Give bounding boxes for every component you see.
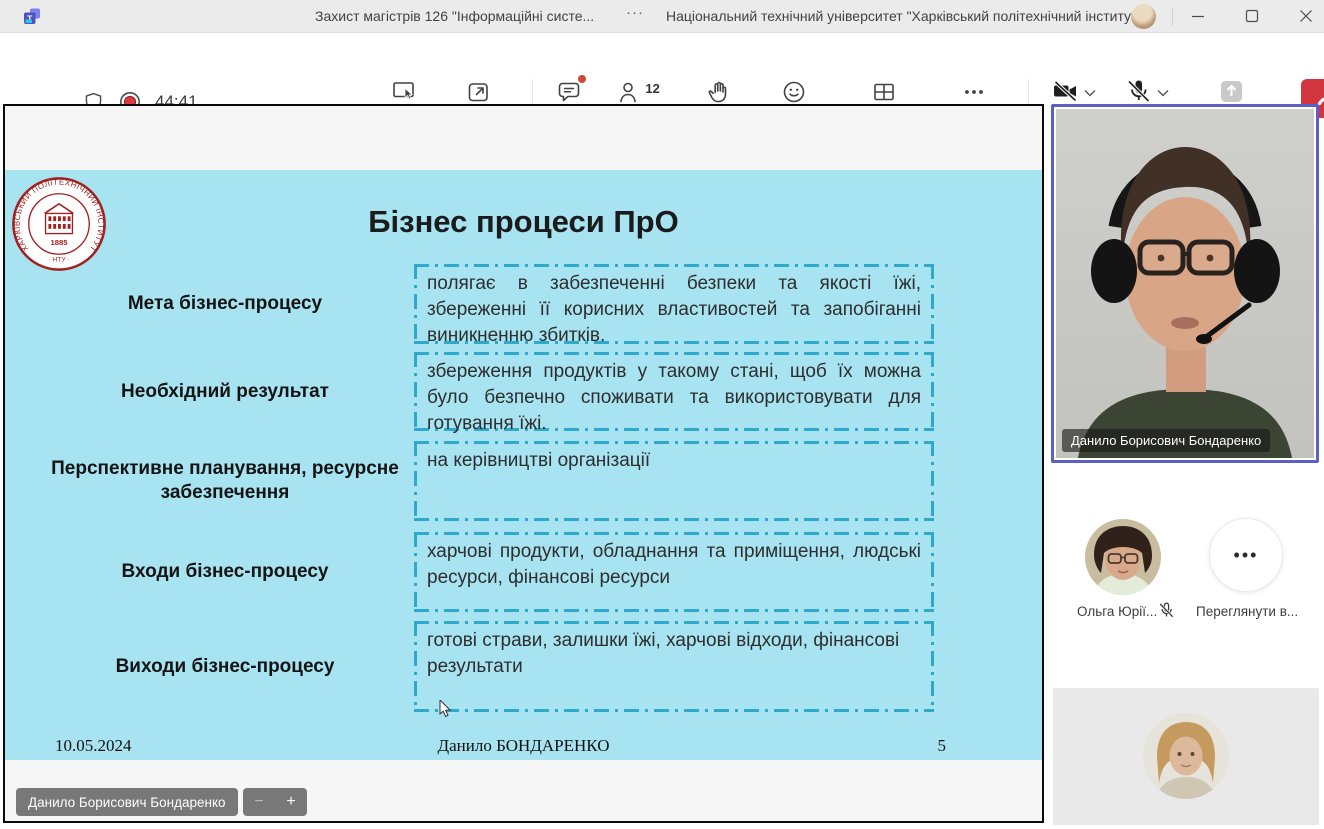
row-label-result: Необхідний результат xyxy=(49,352,401,431)
participant-avatar-blonde xyxy=(1143,713,1229,799)
close-button[interactable] xyxy=(1286,0,1324,32)
slide-author: Данило БОНДАРЕНКО xyxy=(5,736,1042,756)
chat-icon xyxy=(556,79,582,105)
speaker-video-feed xyxy=(1056,109,1314,458)
more-dots-icon xyxy=(961,79,987,105)
meeting-toolbar: 44:41 Почати Відкріпити Чат xyxy=(0,34,1324,100)
chat-notification-badge xyxy=(578,75,586,83)
camera-off-icon xyxy=(1052,78,1079,105)
slide-title: Бізнес процеси ПрО xyxy=(5,204,1042,240)
seal-ntu: · НТУ · xyxy=(48,256,69,263)
close-icon xyxy=(1299,9,1313,23)
screen-share-icon xyxy=(391,78,418,105)
participant-mic-off-icon xyxy=(1158,602,1175,619)
participant-avatar-olga[interactable] xyxy=(1085,519,1161,595)
active-speaker-video[interactable]: Данило Борисович Бондаренко xyxy=(1051,104,1319,463)
view-grid-icon xyxy=(871,79,897,105)
teams-logo-icon: T xyxy=(23,7,42,26)
mic-off-icon xyxy=(1125,78,1152,105)
presenter-name-pill: Данило Борисович Бондаренко xyxy=(16,788,238,816)
unpin-icon xyxy=(466,79,492,105)
teams-meeting-window: T Захист магістрів 126 "Інформаційні сис… xyxy=(0,0,1324,829)
maximize-icon xyxy=(1245,9,1259,23)
camera-chevron-icon[interactable] xyxy=(1084,89,1096,97)
maximize-button[interactable] xyxy=(1232,0,1272,32)
titlebar-more-menu[interactable]: ··· xyxy=(626,4,644,21)
view-more-label[interactable]: Переглянути в... xyxy=(1196,604,1298,619)
participant-video-tile[interactable] xyxy=(1053,688,1319,825)
meeting-title: Захист магістрів 126 "Інформаційні систе… xyxy=(315,8,594,24)
share-icon xyxy=(1219,79,1244,104)
participants-icon xyxy=(618,79,642,105)
organization-title: Національний технічний університет "Харк… xyxy=(666,8,1142,24)
participants-count: 12 xyxy=(645,81,659,96)
row-box-meta: полягає в забезпеченні безпеки та якості… xyxy=(414,264,934,344)
presentation-slide: ХАРКІВСЬКИЙ ПОЛІТЕХНІЧНИЙ ІНСТИТУТ 1885 … xyxy=(5,170,1042,760)
zoom-in-button[interactable]: + xyxy=(286,793,295,811)
minimize-icon xyxy=(1191,9,1205,23)
titlebar: T Захист магістрів 126 "Інформаційні сис… xyxy=(0,0,1324,33)
row-box-result: збереження продуктів у такому стані, щоб… xyxy=(414,352,934,431)
row-box-planning: на керівництві організації xyxy=(414,441,934,521)
speaker-name-label: Данило Борисович Бондаренко xyxy=(1062,429,1270,452)
zoom-out-button[interactable]: − xyxy=(254,793,263,811)
raise-hand-icon xyxy=(706,79,732,105)
react-smiley-icon xyxy=(781,79,807,105)
mic-chevron-icon[interactable] xyxy=(1157,89,1169,97)
row-label-planning: Перспективне планування, ресурсне забезп… xyxy=(49,441,401,521)
participant-name-olga: Ольга Юрії... xyxy=(1077,604,1157,619)
olga-avatar-image xyxy=(1085,519,1161,595)
row-label-outputs: Виходи бізнес-процесу xyxy=(49,621,401,712)
zoom-control: − + xyxy=(243,788,307,816)
row-box-outputs: готові страви, залишки їжі, харчові відх… xyxy=(414,621,934,712)
shared-screen-region: ХАРКІВСЬКИЙ ПОЛІТЕХНІЧНИЙ ІНСТИТУТ 1885 … xyxy=(3,104,1044,823)
user-avatar[interactable] xyxy=(1131,4,1156,29)
row-label-meta: Мета бізнес-процесу xyxy=(49,264,401,344)
titlebar-divider xyxy=(1172,7,1173,26)
row-box-inputs: харчові продукти, обладнання та приміщен… xyxy=(414,532,934,612)
slide-page-number: 5 xyxy=(938,736,947,756)
more-participants-button[interactable]: ••• xyxy=(1209,518,1283,592)
ellipsis-icon: ••• xyxy=(1234,545,1259,566)
minimize-button[interactable] xyxy=(1178,0,1218,32)
presenter-name: Данило Борисович Бондаренко xyxy=(28,795,226,810)
mouse-cursor xyxy=(439,700,455,718)
blonde-avatar-image xyxy=(1143,713,1229,799)
row-label-inputs: Входи бізнес-процесу xyxy=(49,532,401,612)
